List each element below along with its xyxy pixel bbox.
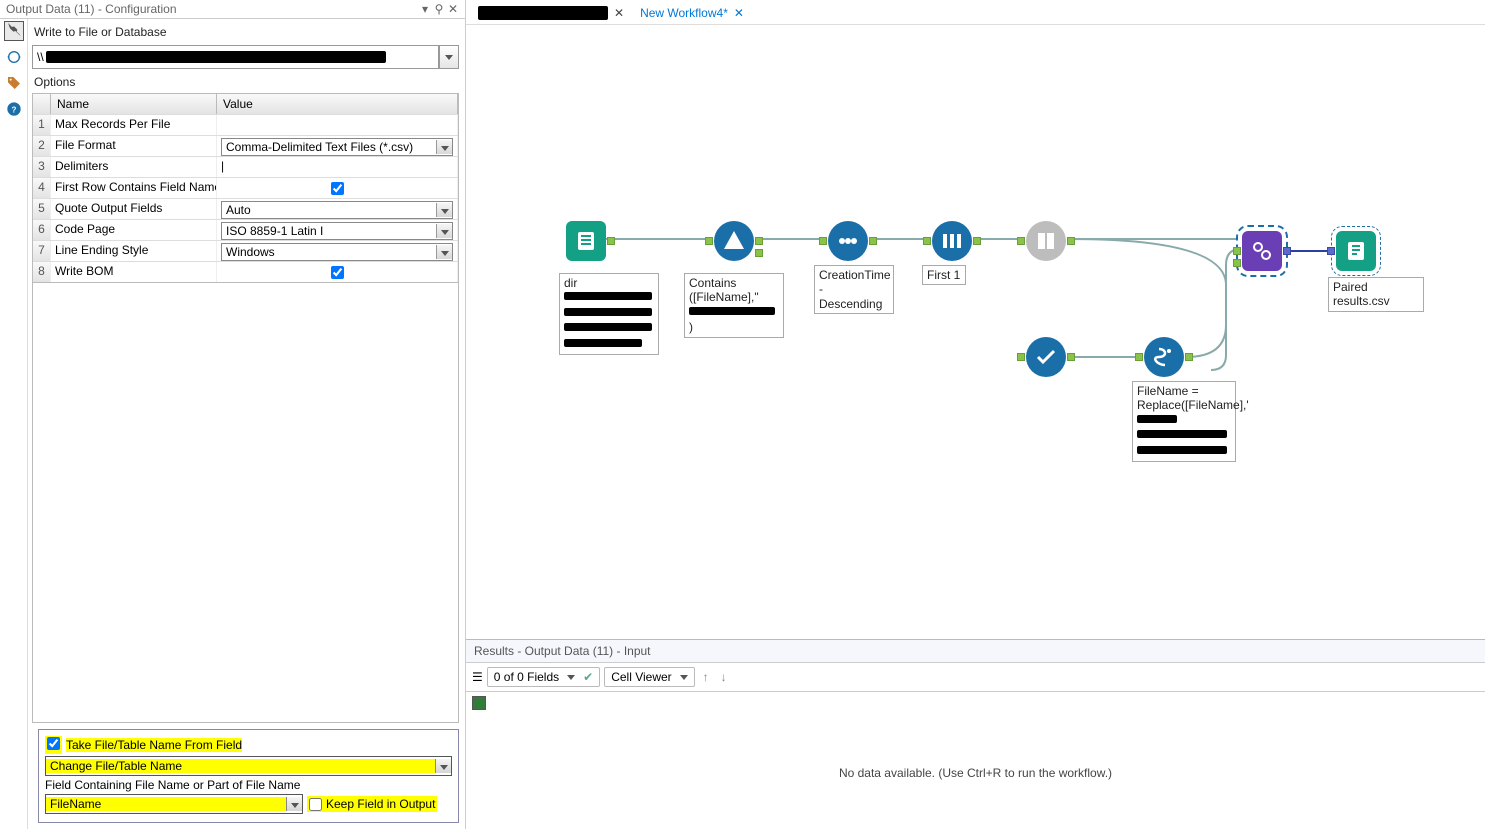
filter-annotation: Contains ([FileName]," ) bbox=[684, 273, 784, 338]
options-label: Options bbox=[32, 71, 465, 93]
pin-icon[interactable]: ⚲ bbox=[433, 2, 445, 16]
sync-icon[interactable] bbox=[4, 47, 24, 67]
change-mode-select[interactable]: Change File/Table Name bbox=[45, 756, 452, 776]
dropdown-icon[interactable]: ▾ bbox=[419, 2, 431, 16]
workflow-canvas[interactable]: dir Contains ([FileName]," ) CreationTim… bbox=[466, 25, 1485, 639]
sort-annotation: CreationTime - Descending bbox=[814, 265, 894, 314]
take-filename-label: Take File/Table Name From Field bbox=[66, 738, 242, 752]
path-dropdown-button[interactable] bbox=[439, 45, 459, 69]
sort-tool[interactable] bbox=[828, 221, 868, 261]
quote-fields-select[interactable]: Auto bbox=[217, 199, 458, 219]
join-tool[interactable] bbox=[1026, 221, 1066, 261]
close-icon[interactable]: ✕ bbox=[614, 6, 624, 20]
formula-tool[interactable] bbox=[1144, 337, 1184, 377]
wrench-icon[interactable] bbox=[4, 21, 24, 41]
directory-annotation: dir bbox=[559, 273, 659, 355]
options-table: Name Value 1Max Records Per File 2File F… bbox=[32, 93, 459, 283]
field-containing-label: Field Containing File Name or Part of Fi… bbox=[45, 778, 300, 792]
write-bom-checkbox[interactable] bbox=[331, 266, 344, 279]
cell-viewer-select[interactable]: Cell Viewer bbox=[604, 667, 694, 687]
filter-tool[interactable] bbox=[714, 221, 754, 261]
close-icon[interactable]: ✕ bbox=[734, 6, 744, 20]
svg-text:?: ? bbox=[11, 105, 16, 114]
sample-annotation: First 1 bbox=[922, 265, 966, 285]
close-icon[interactable]: ✕ bbox=[447, 2, 459, 16]
results-title: Results - Output Data (11) - Input bbox=[466, 640, 1485, 663]
sort-asc-icon[interactable]: ↑ bbox=[699, 670, 713, 684]
col-header-name: Name bbox=[51, 94, 217, 114]
write-section-label: Write to File or Database bbox=[32, 21, 465, 43]
config-title: Output Data (11) - Configuration bbox=[6, 2, 419, 16]
line-ending-select[interactable]: Windows bbox=[217, 241, 458, 261]
tag-icon[interactable] bbox=[4, 73, 24, 93]
file-format-select[interactable]: Comma-Delimited Text Files (*.csv) bbox=[217, 136, 458, 156]
results-panel: Results - Output Data (11) - Input ☰ 0 o… bbox=[466, 639, 1485, 829]
col-header-value: Value bbox=[217, 94, 458, 114]
codepage-select[interactable]: ISO 8859-1 Latin I bbox=[217, 220, 458, 240]
list-icon[interactable]: ☰ bbox=[472, 670, 483, 684]
select-tool[interactable] bbox=[1026, 337, 1066, 377]
sample-tool[interactable] bbox=[932, 221, 972, 261]
sort-desc-icon[interactable]: ↓ bbox=[717, 670, 731, 684]
filename-from-field-section: Take File/Table Name From Field Change F… bbox=[38, 729, 459, 823]
directory-tool[interactable] bbox=[566, 221, 606, 261]
workflow-tabs: ✕ New Workflow4*✕ bbox=[466, 0, 1485, 25]
help-icon[interactable]: ? bbox=[4, 99, 24, 119]
tab-workflow-2[interactable]: New Workflow4*✕ bbox=[632, 2, 752, 24]
output-data-tool[interactable] bbox=[1336, 231, 1376, 271]
max-records-value[interactable] bbox=[217, 115, 458, 135]
formula-annotation: FileName = Replace([FileName],' bbox=[1132, 381, 1236, 462]
dynamic-output-tool[interactable] bbox=[1242, 231, 1282, 271]
take-filename-checkbox[interactable] bbox=[47, 737, 60, 750]
filename-field-select[interactable]: FileName bbox=[45, 794, 303, 814]
tab-workflow-1[interactable]: ✕ bbox=[470, 2, 632, 24]
keep-field-checkbox[interactable] bbox=[309, 798, 322, 811]
keep-field-label: Keep Field in Output bbox=[326, 797, 435, 811]
config-panel: Output Data (11) - Configuration ▾ ⚲ ✕ ?… bbox=[0, 0, 466, 829]
first-row-checkbox[interactable] bbox=[331, 182, 344, 195]
config-sidebar: ? bbox=[0, 19, 28, 829]
grid-corner-icon[interactable] bbox=[472, 696, 486, 710]
output-annotation: Paired results.csv bbox=[1328, 277, 1424, 312]
fields-selector[interactable]: 0 of 0 Fields✔ bbox=[487, 667, 600, 687]
results-empty-message: No data available. (Use Ctrl+R to run th… bbox=[466, 717, 1485, 829]
output-path-input[interactable]: \\ bbox=[32, 45, 439, 69]
config-title-bar: Output Data (11) - Configuration ▾ ⚲ ✕ bbox=[0, 0, 465, 19]
delimiters-value[interactable]: | bbox=[217, 157, 458, 177]
